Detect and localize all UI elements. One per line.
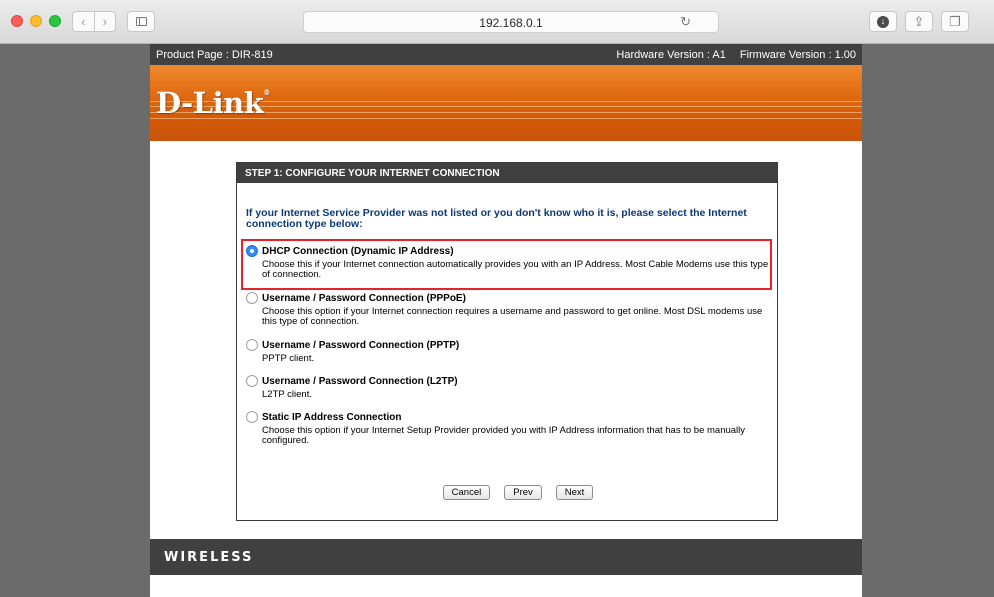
copyright-text: Copyright © 2016 D-Link Corporation. All…	[386, 587, 626, 597]
option-pptp: Username / Password Connection (PPTP) PP…	[246, 339, 774, 364]
l2tp-description: L2TP client.	[262, 389, 312, 400]
next-button[interactable]: Next	[555, 485, 594, 500]
static-ip-description: Choose this option if your Internet Setu…	[262, 425, 746, 446]
wizard-buttons: Cancel Prev Next	[237, 485, 777, 500]
url-text: 192.168.0.1	[479, 16, 543, 30]
reload-icon[interactable]: ↻	[680, 14, 691, 30]
wireless-footer: WIRELESS	[150, 539, 862, 575]
pppoe-label[interactable]: Username / Password Connection (PPPoE)	[262, 293, 466, 304]
option-l2tp: Username / Password Connection (L2TP) L2…	[246, 375, 774, 400]
sidebar-icon	[135, 17, 147, 26]
pppoe-description: Choose this option if your Internet conn…	[262, 306, 763, 327]
pptp-label[interactable]: Username / Password Connection (PPTP)	[262, 340, 459, 351]
share-button[interactable]: ⇪	[905, 11, 933, 32]
minimize-window-button[interactable]	[30, 15, 42, 27]
brand-banner: D-Link®	[150, 65, 862, 141]
option-static-ip: Static IP Address Connection Choose this…	[246, 411, 774, 446]
history-nav: ‹ ›	[72, 11, 116, 32]
back-arrow-icon[interactable]: ‹	[73, 12, 94, 31]
l2tp-label[interactable]: Username / Password Connection (L2TP)	[262, 376, 458, 387]
wizard-intro: If your Internet Service Provider was no…	[246, 207, 747, 230]
dlink-logo: D-Link®	[156, 86, 270, 120]
sidebar-toggle-button[interactable]	[127, 11, 155, 32]
product-page-label: Product Page : DIR-819	[156, 48, 273, 61]
option-pppoe: Username / Password Connection (PPPoE) C…	[246, 292, 774, 327]
pppoe-radio[interactable]	[246, 292, 258, 304]
wizard-step-title: STEP 1: CONFIGURE YOUR INTERNET CONNECTI…	[237, 163, 777, 183]
prev-button[interactable]: Prev	[504, 485, 542, 500]
share-icon: ⇪	[913, 14, 925, 29]
product-bar: Product Page : DIR-819 Hardware Version …	[150, 44, 862, 65]
wizard-panel: STEP 1: CONFIGURE YOUR INTERNET CONNECTI…	[236, 162, 778, 521]
l2tp-radio[interactable]	[246, 375, 258, 387]
option-dhcp: DHCP Connection (Dynamic IP Address) Cho…	[246, 245, 774, 280]
tabs-overview-button[interactable]: ❐	[941, 11, 969, 32]
browser-toolbar: ‹ › 192.168.0.1 ↻ ↓ ⇪ ❐	[0, 0, 994, 44]
dhcp-radio[interactable]	[246, 245, 258, 257]
downloads-button[interactable]: ↓	[869, 11, 897, 32]
firmware-version: Firmware Version : 1.00	[739, 48, 856, 61]
download-icon: ↓	[877, 15, 889, 28]
dhcp-label[interactable]: DHCP Connection (Dynamic IP Address)	[262, 246, 454, 257]
forward-arrow-icon[interactable]: ›	[93, 12, 116, 31]
close-window-button[interactable]	[11, 15, 23, 27]
static-ip-label[interactable]: Static IP Address Connection	[262, 412, 401, 423]
tabs-icon: ❐	[949, 14, 961, 29]
hardware-version: Hardware Version : A1	[616, 48, 726, 61]
static-ip-radio[interactable]	[246, 411, 258, 423]
address-bar[interactable]: 192.168.0.1 ↻	[303, 11, 719, 33]
pptp-radio[interactable]	[246, 339, 258, 351]
dhcp-description: Choose this if your Internet connection …	[262, 259, 769, 280]
router-page: Product Page : DIR-819 Hardware Version …	[150, 44, 862, 597]
zoom-window-button[interactable]	[49, 15, 61, 27]
cancel-button[interactable]: Cancel	[442, 485, 491, 500]
pptp-description: PPTP client.	[262, 353, 315, 364]
